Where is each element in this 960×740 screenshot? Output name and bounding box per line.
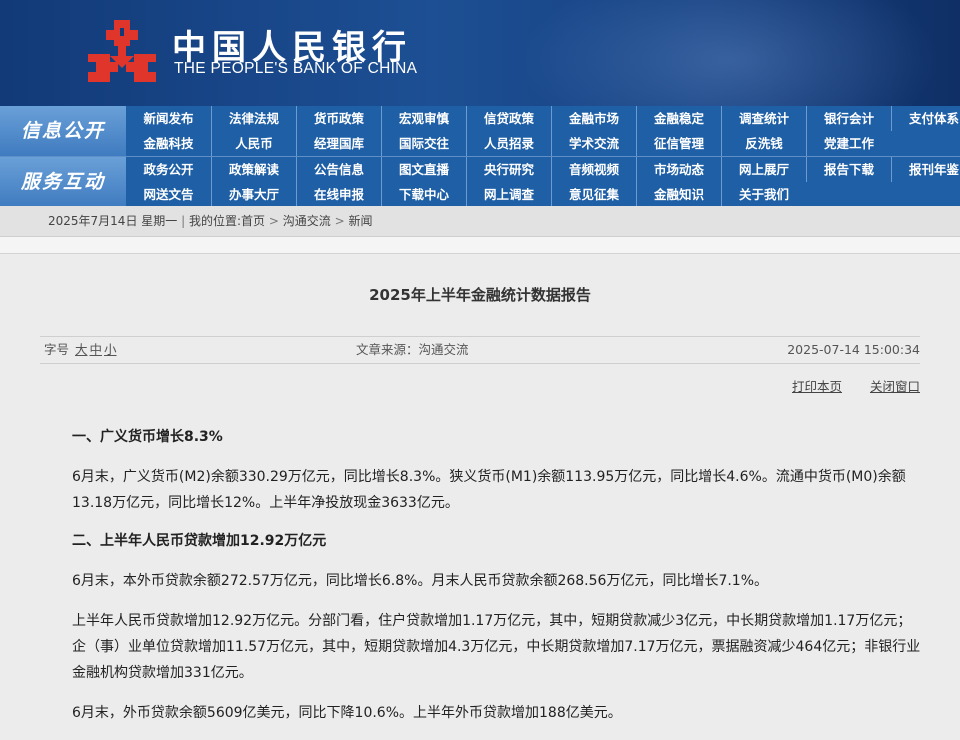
article-meta: 字号 大中小 文章来源：沟通交流 2025-07-14 15:00:34 xyxy=(40,336,920,364)
article-tools: 打印本页 关闭窗口 xyxy=(768,376,920,395)
nav-item[interactable]: 公告信息 xyxy=(296,157,381,182)
nav-item[interactable]: 学术交流 xyxy=(551,131,636,156)
divider-strip xyxy=(0,237,960,254)
nav-item[interactable]: 金融市场 xyxy=(551,106,636,131)
paragraph-4: 6月末，外币贷款余额5609亿美元，同比下降10.6%。上半年外币贷款增加188… xyxy=(72,705,622,721)
nav-item[interactable]: 金融稳定 xyxy=(636,106,721,131)
nav-item[interactable]: 金融知识 xyxy=(636,182,721,207)
site-banner: 中国人民银行 THE PEOPLE'S BANK OF CHINA xyxy=(0,0,960,106)
nav-item[interactable]: 下载中心 xyxy=(381,182,466,207)
article: 2025年上半年金融统计数据报告 字号 大中小 文章来源：沟通交流 2025-0… xyxy=(0,254,960,740)
nav-item[interactable]: 银行会计 xyxy=(806,106,891,131)
breadcrumb-bar: 2025年7月14日 星期一 | 我的位置:首页 > 沟通交流 > 新闻 xyxy=(0,206,960,237)
nav-row-1: 新闻发布 法律法规 货币政策 宏观审慎 信贷政策 金融市场 金融稳定 调查统计 … xyxy=(126,106,960,131)
banner-glow xyxy=(520,0,940,106)
nav-item[interactable]: 反洗钱 xyxy=(721,131,806,156)
nav-item[interactable]: 金融科技 xyxy=(126,131,211,156)
nav-item[interactable]: 报刊年鉴 xyxy=(891,157,960,182)
breadcrumb-section-link[interactable]: 沟通交流 xyxy=(283,214,331,228)
nav-item[interactable]: 宏观审慎 xyxy=(381,106,466,131)
nav-item[interactable]: 信贷政策 xyxy=(466,106,551,131)
nav-group-label-info: 信息公开 xyxy=(0,106,126,156)
pboc-logo-icon[interactable] xyxy=(84,16,160,88)
article-title: 2025年上半年金融统计数据报告 xyxy=(369,286,591,304)
nav-item[interactable]: 网送文告 xyxy=(126,182,211,207)
nav-row-3: 政务公开 政策解读 公告信息 图文直播 央行研究 音频视频 市场动态 网上展厅 … xyxy=(126,157,960,182)
nav-item[interactable]: 意见征集 xyxy=(551,182,636,207)
main-nav: 信息公开 新闻发布 法律法规 货币政策 宏观审慎 信贷政策 金融市场 金融稳定 … xyxy=(0,106,960,207)
font-size-small-link[interactable]: 小 xyxy=(104,342,117,357)
nav-group-info: 信息公开 新闻发布 法律法规 货币政策 宏观审慎 信贷政策 金融市场 金融稳定 … xyxy=(0,106,960,156)
breadcrumb: 2025年7月14日 星期一 | 我的位置:首页 > 沟通交流 > 新闻 xyxy=(48,206,372,236)
font-size-medium-link[interactable]: 中 xyxy=(90,342,103,357)
nav-item[interactable]: 货币政策 xyxy=(296,106,381,131)
nav-item[interactable]: 在线申报 xyxy=(296,182,381,207)
breadcrumb-divider: | xyxy=(181,214,189,228)
nav-item[interactable]: 央行研究 xyxy=(466,157,551,182)
brand-name-en: THE PEOPLE'S BANK OF CHINA xyxy=(174,60,418,77)
nav-item[interactable]: 关于我们 xyxy=(721,182,806,207)
nav-item[interactable]: 支付体系 xyxy=(891,106,960,131)
breadcrumb-prefix: 我的位置: xyxy=(188,214,241,228)
nav-item[interactable]: 图文直播 xyxy=(381,157,466,182)
nav-item[interactable]: 经理国库 xyxy=(296,131,381,156)
nav-item[interactable]: 国际交往 xyxy=(381,131,466,156)
print-page-link[interactable]: 打印本页 xyxy=(792,379,842,394)
breadcrumb-current-link[interactable]: 新闻 xyxy=(348,214,372,228)
section-heading-2: 二、上半年人民币贷款增加12.92万亿元 xyxy=(72,533,327,549)
nav-row-2: 金融科技 人民币 经理国库 国际交往 人员招录 学术交流 征信管理 反洗钱 党建… xyxy=(126,131,960,156)
nav-item[interactable]: 党建工作 xyxy=(806,131,891,156)
nav-item[interactable]: 网上调查 xyxy=(466,182,551,207)
paragraph-3: 上半年人民币贷款增加12.92万亿元。分部门看，住户贷款增加1.17万亿元，其中… xyxy=(72,613,921,681)
nav-item[interactable]: 调查统计 xyxy=(721,106,806,131)
nav-item[interactable]: 报告下载 xyxy=(806,157,891,182)
article-source: 文章来源：沟通交流 xyxy=(356,342,469,357)
article-body: 一、广义货币增长8.3% 6月末，广义货币(M2)余额330.29万亿元，同比增… xyxy=(72,424,922,726)
nav-item[interactable]: 征信管理 xyxy=(636,131,721,156)
nav-item[interactable]: 人员招录 xyxy=(466,131,551,156)
font-size-large-link[interactable]: 大 xyxy=(75,342,88,357)
nav-item[interactable]: 法律法规 xyxy=(211,106,296,131)
breadcrumb-separator: > xyxy=(268,214,283,228)
nav-item[interactable]: 新闻发布 xyxy=(126,106,211,131)
nav-item[interactable]: 网上展厅 xyxy=(721,157,806,182)
nav-item[interactable]: 人民币 xyxy=(211,131,296,156)
paragraph-1: 6月末，广义货币(M2)余额330.29万亿元，同比增长8.3%。狭义货币(M1… xyxy=(72,469,906,511)
breadcrumb-home-link[interactable]: 首页 xyxy=(241,214,265,228)
font-size-control: 字号 大中小 xyxy=(44,337,117,363)
nav-group-label-service: 服务互动 xyxy=(0,157,126,207)
nav-item[interactable]: 音频视频 xyxy=(551,157,636,182)
current-date: 2025年7月14日 星期一 xyxy=(48,214,178,228)
nav-item[interactable]: 政务公开 xyxy=(126,157,211,182)
breadcrumb-separator: > xyxy=(334,214,349,228)
nav-item[interactable]: 办事大厅 xyxy=(211,182,296,207)
article-timestamp: 2025-07-14 15:00:34 xyxy=(787,342,920,357)
paragraph-2: 6月末，本外币贷款余额272.57万亿元，同比增长6.8%。月末人民币贷款余额2… xyxy=(72,573,769,589)
close-window-link[interactable]: 关闭窗口 xyxy=(870,379,920,394)
nav-item[interactable]: 政策解读 xyxy=(211,157,296,182)
nav-group-service: 服务互动 政务公开 政策解读 公告信息 图文直播 央行研究 音频视频 市场动态 … xyxy=(0,156,960,207)
font-size-label: 字号 xyxy=(44,342,70,357)
nav-item[interactable]: 市场动态 xyxy=(636,157,721,182)
nav-row-4: 网送文告 办事大厅 在线申报 下载中心 网上调查 意见征集 金融知识 关于我们 xyxy=(126,182,960,207)
section-heading-1: 一、广义货币增长8.3% xyxy=(72,429,223,445)
